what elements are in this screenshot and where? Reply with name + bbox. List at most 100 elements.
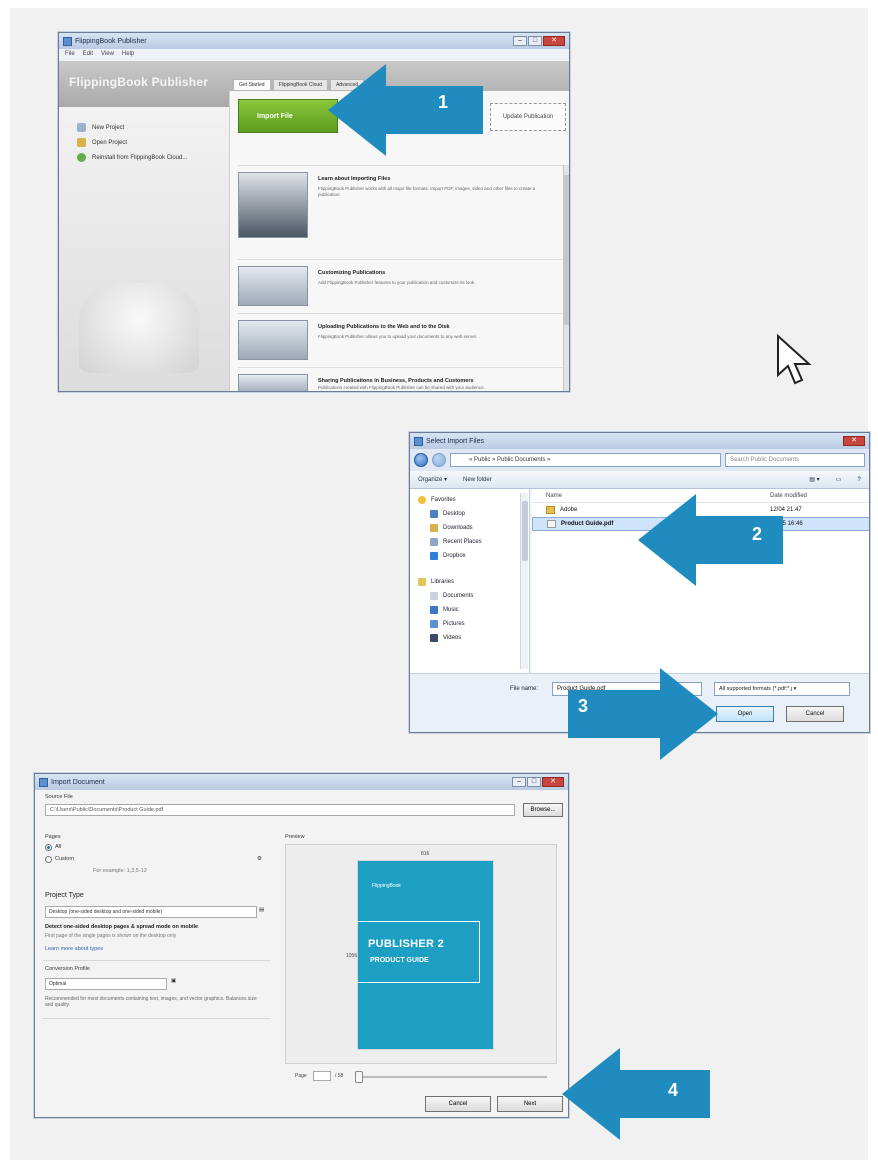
document-cover-preview: FlippingBook PUBLISHER 2 PRODUCT GUIDE — [358, 861, 493, 1049]
brand-title: FlippingBook Publisher — [69, 75, 209, 89]
preview-pane-icon[interactable]: ▭ — [836, 476, 842, 483]
nav-dropbox[interactable]: Dropbox — [410, 549, 529, 563]
new-folder-button[interactable]: New folder — [463, 477, 492, 483]
nav-videos[interactable]: Videos — [410, 631, 529, 645]
import-file-button[interactable]: Import File — [238, 99, 338, 133]
publisher-titlebar: FlippingBook Publisher – □ ✕ — [59, 33, 569, 49]
project-type-select[interactable]: Desktop (one-sided desktop and one-sided… — [45, 906, 257, 918]
new-project-icon — [77, 123, 86, 132]
feature-item[interactable]: Uploading Publications to the Web and to… — [238, 313, 564, 365]
search-input[interactable]: Search Public Documents — [725, 453, 865, 467]
forward-button[interactable] — [432, 453, 446, 467]
back-button[interactable] — [414, 453, 428, 467]
new-project-item[interactable]: New Project — [77, 123, 229, 132]
minimize-button[interactable]: – — [512, 777, 526, 787]
nav-favorites[interactable]: Favorites — [410, 493, 529, 507]
source-file-input[interactable]: C:\Users\Public\Documents\Product Guide.… — [45, 804, 515, 816]
dialog-titlebar: Select Import Files ✕ — [410, 433, 869, 449]
nav-dropbox-label: Dropbox — [443, 553, 466, 559]
feature-thumbnail — [238, 266, 308, 306]
nav-desktop[interactable]: Desktop — [410, 507, 529, 521]
preview-label: Preview — [285, 834, 305, 840]
tab-get-started[interactable]: Get Started — [233, 79, 271, 91]
dialog-toolbar: Organize ▾ New folder ▤ ▾ ▭ ? — [410, 471, 869, 489]
right-pane-scrollbar[interactable] — [563, 165, 569, 391]
menubar: File Edit View Help — [59, 49, 569, 61]
project-type-info-icon[interactable]: ▤ — [259, 907, 264, 913]
star-icon — [418, 496, 426, 504]
filetype-select[interactable]: All supported formats (*.pdf;*.j ▾ — [714, 682, 850, 696]
import-options: Pages All Custom For example: 1,3,5-12 ⚙… — [43, 830, 271, 1100]
preview-area: 816 1056 FlippingBook PUBLISHER 2 PRODUC… — [285, 844, 557, 1064]
cancel-button[interactable]: Cancel — [786, 706, 844, 722]
feature-item[interactable]: Sharing Publications in Business, Produc… — [238, 367, 564, 391]
menu-view[interactable]: View — [101, 51, 114, 59]
pictures-icon — [430, 620, 438, 628]
tab-cloud[interactable]: FlippingBook Cloud — [272, 79, 328, 91]
cancel-button[interactable]: Cancel — [425, 1096, 491, 1112]
feature-item[interactable]: Learn about Importing Files FlippingBook… — [238, 165, 564, 251]
page-input[interactable] — [313, 1071, 331, 1081]
address-input[interactable]: « Public » Public Documents » — [450, 453, 721, 467]
menu-edit[interactable]: Edit — [83, 51, 93, 59]
update-publication-button[interactable]: Update Publication — [490, 103, 566, 131]
nav-pictures[interactable]: Pictures — [410, 617, 529, 631]
nav-music[interactable]: Music — [410, 603, 529, 617]
help-icon[interactable]: ? — [857, 477, 861, 483]
feature-item[interactable]: Customizing Publications Add FlippingBoo… — [238, 259, 564, 311]
book-illustration-icon — [79, 283, 199, 373]
height-dimension: 1056 — [346, 953, 358, 959]
next-button[interactable]: Next — [497, 1096, 563, 1112]
navigation-pane: Favorites Desktop Downloads Recent Place… — [410, 489, 530, 673]
open-button[interactable]: Open — [716, 706, 774, 722]
import-dialog-icon — [39, 777, 48, 787]
app-icon — [63, 36, 72, 46]
browse-button[interactable]: Browse... — [523, 803, 563, 817]
page-label: Page — [295, 1073, 307, 1079]
import-file-label: Import File — [257, 112, 293, 120]
divider — [43, 1018, 271, 1019]
dialog-close-button[interactable]: ✕ — [843, 436, 865, 446]
pages-custom-radio[interactable] — [45, 856, 52, 863]
conversion-select[interactable]: Optimal — [45, 978, 167, 990]
page-slider[interactable] — [357, 1076, 547, 1078]
address-bar: « Public » Public Documents » Search Pub… — [410, 449, 869, 471]
music-icon — [430, 606, 438, 614]
organize-button[interactable]: Organize ▾ — [418, 476, 447, 483]
maximize-button[interactable]: □ — [527, 777, 541, 787]
publisher-title: FlippingBook Publisher — [75, 37, 147, 45]
pages-example: For example: 1,3,5-12 — [93, 868, 147, 874]
learn-more-link[interactable]: Learn more about types — [45, 946, 103, 952]
minimize-button[interactable]: – — [513, 36, 527, 46]
nav-libraries[interactable]: Libraries — [410, 575, 529, 589]
close-button[interactable]: ✕ — [543, 36, 565, 46]
left-pane: New Project Open Project Reinstall from … — [59, 107, 229, 391]
cover-logo: FlippingBook — [372, 883, 401, 889]
page-slider-handle[interactable] — [355, 1071, 363, 1083]
option-desc-text: First page of the single pages is shown … — [45, 933, 177, 939]
nav-downloads[interactable]: Downloads — [410, 521, 529, 535]
gear-icon[interactable]: ⚙ — [257, 856, 262, 862]
nav-scrollbar[interactable] — [520, 493, 528, 669]
menu-file[interactable]: File — [65, 51, 75, 59]
pages-all-radio[interactable] — [45, 844, 52, 851]
conversion-settings-icon[interactable]: ▣ — [171, 978, 176, 984]
import-titlebar: Import Document – □ ✕ — [35, 774, 568, 790]
menu-help[interactable]: Help — [122, 51, 134, 59]
reinstall-item[interactable]: Reinstall from FlippingBook Cloud... — [77, 153, 229, 162]
feature-title: Learn about Importing Files — [318, 176, 391, 182]
step-3-label: 3 — [578, 696, 589, 716]
cover-title: PUBLISHER 2 — [368, 938, 445, 950]
nav-documents[interactable]: Documents — [410, 589, 529, 603]
close-button[interactable]: ✕ — [542, 777, 564, 787]
step-1-label: 1 — [438, 92, 449, 112]
step-4-label: 4 — [668, 1080, 679, 1100]
nav-desktop-label: Desktop — [443, 511, 466, 517]
view-options-icon[interactable]: ▤ ▾ — [809, 476, 819, 483]
open-project-item[interactable]: Open Project — [77, 138, 229, 147]
nav-recent[interactable]: Recent Places — [410, 535, 529, 549]
maximize-button[interactable]: □ — [528, 36, 542, 46]
feature-desc: Add FlippingBook Publisher features to y… — [318, 280, 476, 285]
conversion-desc: Recommended for most documents containin… — [45, 996, 257, 1008]
option-bold-text: Detect one-sided desktop pages & spread … — [45, 924, 199, 930]
